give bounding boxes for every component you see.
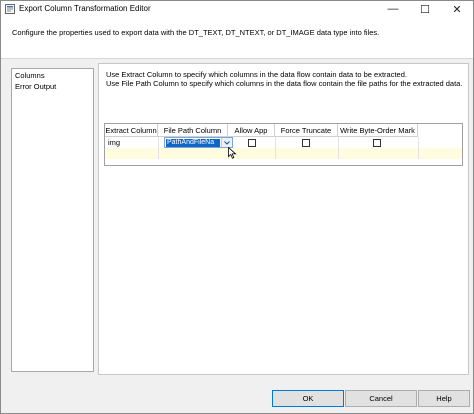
maximize-icon: ☐ xyxy=(420,3,430,16)
column-header-extract-column[interactable]: Extract Column xyxy=(105,124,158,137)
extract-column-description: Use Extract Column to specify which colu… xyxy=(106,70,407,79)
column-header-file-path-column[interactable]: File Path Column xyxy=(158,124,228,137)
column-divider xyxy=(158,137,159,159)
column-header-write-bom[interactable]: Write Byte-Order Mark xyxy=(338,124,418,137)
nav-list: Columns Error Output xyxy=(11,68,94,372)
export-column-editor-window: Export Column Transformation Editor — ☐ … xyxy=(0,0,474,414)
write-bom-checkbox[interactable] xyxy=(373,139,381,147)
header-description: Configure the properties used to export … xyxy=(12,28,380,37)
minimize-icon: — xyxy=(387,3,399,15)
help-button[interactable]: Help xyxy=(418,390,470,407)
columns-panel: Use Extract Column to specify which colu… xyxy=(98,63,469,375)
nav-item-error-output[interactable]: Error Output xyxy=(15,82,56,91)
window-title: Export Column Transformation Editor xyxy=(19,4,151,13)
cancel-button[interactable]: Cancel xyxy=(345,390,417,407)
file-path-column-description: Use File Path Column to specify which co… xyxy=(106,79,463,88)
app-icon xyxy=(5,4,15,14)
force-truncate-checkbox[interactable] xyxy=(302,139,310,147)
close-icon: ✕ xyxy=(452,3,462,16)
file-path-column-dropdown[interactable]: PathAndFileNa xyxy=(164,137,233,148)
close-button[interactable]: ✕ xyxy=(441,1,473,17)
nav-item-columns[interactable]: Columns xyxy=(15,71,45,80)
columns-grid: Extract Column File Path Column Allow Ap… xyxy=(104,123,463,166)
maximize-button[interactable]: ☐ xyxy=(409,1,441,17)
allow-append-checkbox[interactable] xyxy=(248,139,256,147)
column-header-allow-append[interactable]: Allow App xyxy=(228,124,275,137)
mouse-cursor-icon xyxy=(228,147,237,159)
title-bar: Export Column Transformation Editor — ☐ … xyxy=(1,1,473,17)
column-divider xyxy=(275,137,276,159)
file-path-column-value: PathAndFileNa xyxy=(166,139,220,147)
column-divider xyxy=(338,137,339,159)
cell-extract-column[interactable]: img xyxy=(108,138,120,147)
dialog-footer: OK Cancel Help xyxy=(1,379,473,413)
minimize-button[interactable]: — xyxy=(377,1,409,17)
ok-button[interactable]: OK xyxy=(272,390,344,407)
chevron-down-icon xyxy=(224,140,230,145)
dropdown-button[interactable] xyxy=(221,138,232,147)
column-divider xyxy=(418,137,419,159)
column-header-force-truncate[interactable]: Force Truncate xyxy=(275,124,338,137)
header-area: Configure the properties used to export … xyxy=(1,17,473,59)
